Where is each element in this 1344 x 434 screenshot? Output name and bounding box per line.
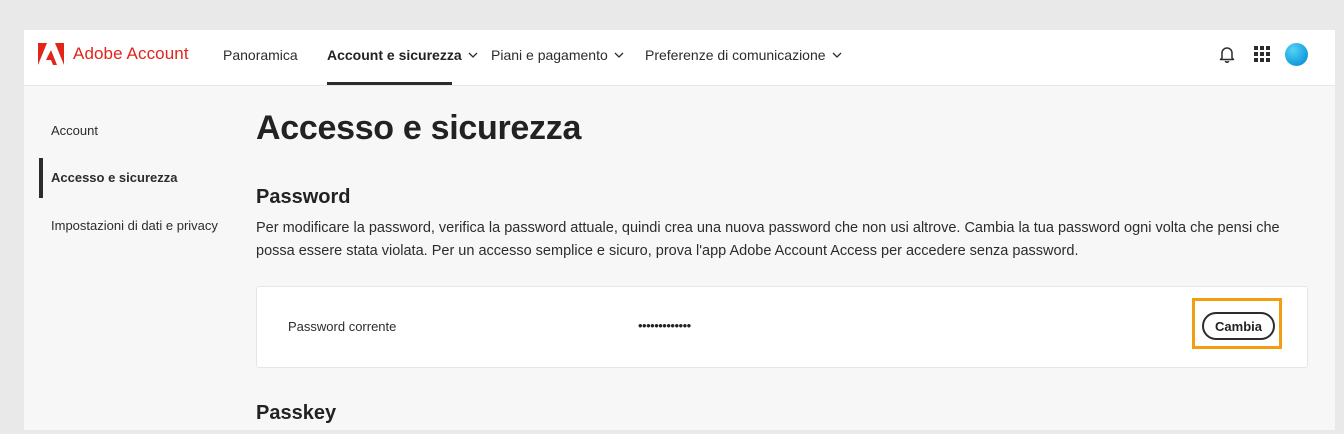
apps-grid-icon[interactable] <box>1254 46 1270 62</box>
password-card: Password corrente ••••••••••••• Cambia <box>256 286 1308 368</box>
active-tab-indicator <box>327 82 452 85</box>
nav-label: Panoramica <box>223 47 298 63</box>
nav-label: Preferenze di comunicazione <box>645 47 826 63</box>
sidebar-item-account[interactable]: Account <box>51 123 98 138</box>
sidebar-item-dati-privacy[interactable]: Impostazioni di dati e privacy <box>51 218 218 233</box>
bell-icon[interactable] <box>1219 45 1235 63</box>
password-section-title: Password <box>256 186 351 208</box>
password-description: Per modificare la password, verifica la … <box>256 220 1280 259</box>
nav-panoramica[interactable]: Panoramica <box>223 47 298 63</box>
nav-label: Piani e pagamento <box>491 47 608 63</box>
app-frame: Adobe Account Panoramica Account e sicur… <box>24 30 1335 430</box>
nav-account-sicurezza[interactable]: Account e sicurezza <box>327 47 478 63</box>
current-password-value: ••••••••••••• <box>638 318 691 333</box>
top-navigation-bar: Adobe Account Panoramica Account e sicur… <box>24 30 1335 86</box>
change-password-button[interactable]: Cambia <box>1202 312 1275 340</box>
sidebar-active-indicator <box>39 158 43 198</box>
page-title: Accesso e sicurezza <box>256 109 582 147</box>
adobe-logo-icon[interactable] <box>38 43 64 65</box>
current-password-label: Password corrente <box>288 319 397 334</box>
chevron-down-icon <box>832 52 842 58</box>
chevron-down-icon <box>614 52 624 58</box>
sidebar-item-accesso-sicurezza[interactable]: Accesso e sicurezza <box>51 170 177 185</box>
brand-title[interactable]: Adobe Account <box>73 44 189 64</box>
chevron-down-icon <box>468 52 478 58</box>
nav-preferenze-comunicazione[interactable]: Preferenze di comunicazione <box>645 47 842 63</box>
nav-label: Account e sicurezza <box>327 47 462 63</box>
avatar[interactable] <box>1285 43 1308 66</box>
passkey-section-title: Passkey <box>256 402 337 424</box>
nav-piani-pagamento[interactable]: Piani e pagamento <box>491 47 624 63</box>
